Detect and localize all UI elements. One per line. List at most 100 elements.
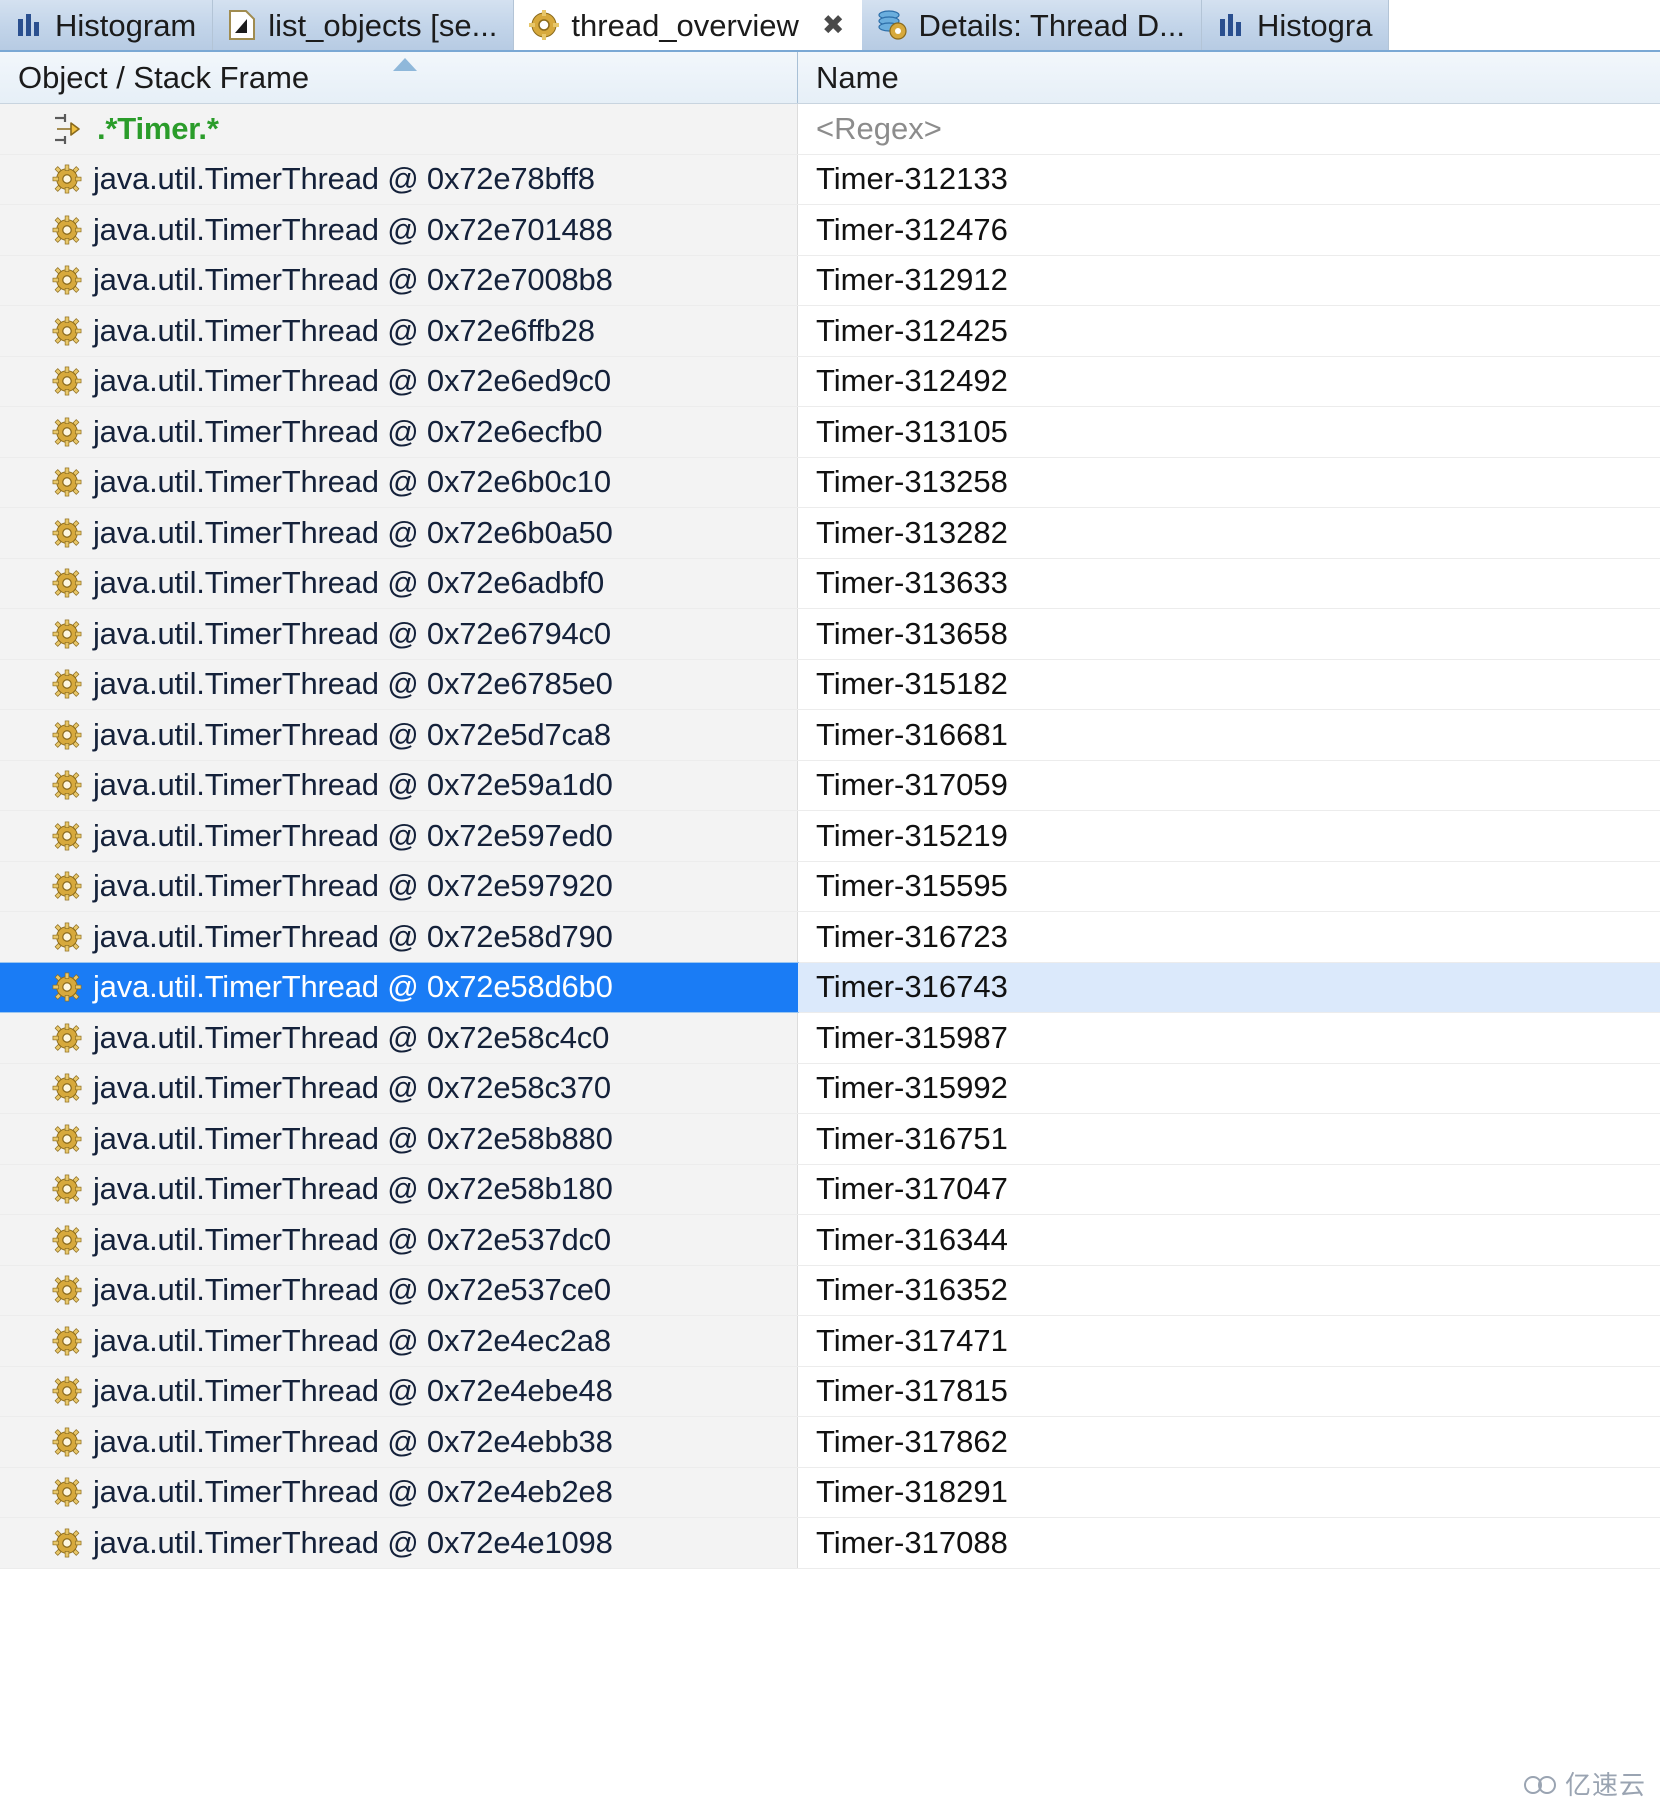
table-row[interactable]: java.util.TimerThread @ 0x72e537dc0 Timer… [0, 1215, 1660, 1266]
cell-name[interactable]: Timer-318291 [798, 1467, 1660, 1517]
cell-object[interactable]: java.util.TimerThread @ 0x72e6b0c10 [0, 457, 798, 507]
cell-object[interactable]: java.util.TimerThread @ 0x72e58b880 [0, 1114, 798, 1164]
cell-object[interactable]: java.util.TimerThread @ 0x72e4eb2e8 [0, 1467, 798, 1517]
cell-object[interactable]: java.util.TimerThread @ 0x72e537ce0 [0, 1265, 798, 1315]
table-row[interactable]: java.util.TimerThread @ 0x72e6ed9c0 Timer… [0, 356, 1660, 407]
table-row[interactable]: java.util.TimerThread @ 0x72e4ec2a8 Timer… [0, 1316, 1660, 1367]
table-row[interactable]: java.util.TimerThread @ 0x72e58c370 Timer… [0, 1063, 1660, 1114]
cell-name[interactable]: Timer-313282 [798, 508, 1660, 558]
table-row[interactable]: java.util.TimerThread @ 0x72e6b0a50 Timer… [0, 508, 1660, 559]
filter-cell-name[interactable]: <Regex> [798, 104, 1660, 154]
close-icon[interactable]: ✖ [822, 10, 845, 41]
cell-name[interactable]: Timer-312492 [798, 356, 1660, 406]
cell-object[interactable]: java.util.TimerThread @ 0x72e4ec2a8 [0, 1316, 798, 1366]
filter-cell-object[interactable]: .*Timer.* [0, 104, 798, 154]
table-row[interactable]: java.util.TimerThread @ 0x72e58d6b0 Timer… [0, 961, 1660, 1013]
cell-name[interactable]: Timer-312912 [798, 255, 1660, 305]
cell-name[interactable]: Timer-313258 [798, 457, 1660, 507]
cell-name[interactable]: Timer-313105 [798, 407, 1660, 457]
cell-object[interactable]: java.util.TimerThread @ 0x72e58c370 [0, 1063, 798, 1113]
tab-thread-overview[interactable]: thread_overview ✖ [514, 0, 862, 50]
table-row[interactable]: java.util.TimerThread @ 0x72e58b180 Timer… [0, 1164, 1660, 1215]
table-row[interactable]: java.util.TimerThread @ 0x72e6ffb28 Timer… [0, 306, 1660, 357]
cell-object[interactable]: java.util.TimerThread @ 0x72e78bff8 [0, 154, 798, 204]
cell-object[interactable]: java.util.TimerThread @ 0x72e6ed9c0 [0, 356, 798, 406]
cell-name[interactable]: Timer-317815 [798, 1366, 1660, 1416]
cell-object[interactable]: java.util.TimerThread @ 0x72e537dc0 [0, 1215, 798, 1265]
table-row[interactable]: java.util.TimerThread @ 0x72e4e1098 Timer… [0, 1518, 1660, 1569]
table-row[interactable]: java.util.TimerThread @ 0x72e58b880 Timer… [0, 1114, 1660, 1165]
cell-name[interactable]: Timer-317059 [798, 760, 1660, 810]
cell-name[interactable]: Timer-315219 [798, 811, 1660, 861]
cell-object[interactable]: java.util.TimerThread @ 0x72e6ffb28 [0, 306, 798, 356]
column-header-object[interactable]: Object / Stack Frame [0, 52, 798, 103]
object-label: java.util.TimerThread @ 0x72e537dc0 [93, 1221, 611, 1257]
cell-object[interactable]: java.util.TimerThread @ 0x72e6ecfb0 [0, 407, 798, 457]
cell-name[interactable]: Timer-317471 [798, 1316, 1660, 1366]
cell-object[interactable]: java.util.TimerThread @ 0x72e6794c0 [0, 609, 798, 659]
cell-object[interactable]: java.util.TimerThread @ 0x72e58b180 [0, 1164, 798, 1214]
cell-name[interactable]: Timer-316344 [798, 1215, 1660, 1265]
thread-name-label: Timer-312425 [816, 312, 1008, 348]
object-label: java.util.TimerThread @ 0x72e4eb2e8 [93, 1474, 613, 1510]
cell-object[interactable]: java.util.TimerThread @ 0x72e5d7ca8 [0, 710, 798, 760]
cell-name[interactable]: Timer-317862 [798, 1417, 1660, 1467]
table-row[interactable]: java.util.TimerThread @ 0x72e4ebe48 Timer… [0, 1366, 1660, 1417]
table-row[interactable]: java.util.TimerThread @ 0x72e58c4c0 Timer… [0, 1013, 1660, 1064]
cell-name[interactable]: Timer-317047 [798, 1164, 1660, 1214]
table-row[interactable]: java.util.TimerThread @ 0x72e6b0c10 Timer… [0, 457, 1660, 508]
table-row[interactable]: java.util.TimerThread @ 0x72e5d7ca8 Timer… [0, 710, 1660, 761]
cell-object[interactable]: java.util.TimerThread @ 0x72e597ed0 [0, 811, 798, 861]
cell-object[interactable]: java.util.TimerThread @ 0x72e6785e0 [0, 659, 798, 709]
table-row[interactable]: java.util.TimerThread @ 0x72e6785e0 Timer… [0, 659, 1660, 710]
cell-name[interactable]: Timer-315992 [798, 1063, 1660, 1113]
cell-name[interactable]: Timer-315987 [798, 1013, 1660, 1063]
cell-object[interactable]: java.util.TimerThread @ 0x72e701488 [0, 205, 798, 255]
column-header-name[interactable]: Name [798, 52, 1660, 103]
cell-object[interactable]: java.util.TimerThread @ 0x72e4ebe48 [0, 1366, 798, 1416]
cell-object[interactable]: java.util.TimerThread @ 0x72e59a1d0 [0, 760, 798, 810]
tab-list-objects[interactable]: list_objects [se... [213, 0, 515, 50]
cell-name[interactable]: Timer-316681 [798, 710, 1660, 760]
cell-object[interactable]: java.util.TimerThread @ 0x72e58d790 [0, 912, 798, 962]
table-row[interactable]: java.util.TimerThread @ 0x72e597ed0 Timer… [0, 811, 1660, 862]
cell-name[interactable]: Timer-312476 [798, 205, 1660, 255]
cell-name[interactable]: Timer-315182 [798, 659, 1660, 709]
table-row[interactable]: java.util.TimerThread @ 0x72e6adbf0 Timer… [0, 558, 1660, 609]
table-row[interactable]: java.util.TimerThread @ 0x72e7008b8 Timer… [0, 255, 1660, 306]
cell-name[interactable]: Timer-313633 [798, 558, 1660, 608]
cell-object[interactable]: java.util.TimerThread @ 0x72e597920 [0, 861, 798, 911]
tab-histogram-1[interactable]: Histogram [0, 0, 214, 50]
cell-name[interactable]: Timer-313658 [798, 609, 1660, 659]
cell-name[interactable]: Timer-315595 [798, 861, 1660, 911]
cell-name[interactable]: Timer-316723 [798, 912, 1660, 962]
table-row[interactable]: java.util.TimerThread @ 0x72e537ce0 Timer… [0, 1265, 1660, 1316]
object-label: java.util.TimerThread @ 0x72e597920 [93, 868, 613, 904]
table-row[interactable]: java.util.TimerThread @ 0x72e78bff8 Timer… [0, 154, 1660, 205]
cell-name[interactable]: Timer-316751 [798, 1114, 1660, 1164]
table-row[interactable]: java.util.TimerThread @ 0x72e597920 Timer… [0, 861, 1660, 912]
table-row[interactable]: java.util.TimerThread @ 0x72e4ebb38 Timer… [0, 1417, 1660, 1468]
cell-name[interactable]: Timer-316743 [798, 962, 1660, 1012]
tab-histogram-2[interactable]: Histogra [1202, 0, 1390, 50]
table-row[interactable]: java.util.TimerThread @ 0x72e59a1d0 Timer… [0, 760, 1660, 811]
table-row[interactable]: java.util.TimerThread @ 0x72e6794c0 Timer… [0, 609, 1660, 660]
table-row[interactable]: java.util.TimerThread @ 0x72e4eb2e8 Timer… [0, 1467, 1660, 1518]
cell-object[interactable]: java.util.TimerThread @ 0x72e58c4c0 [0, 1013, 798, 1063]
cell-object[interactable]: java.util.TimerThread @ 0x72e4e1098 [0, 1518, 798, 1568]
tab-details-thread-d[interactable]: Details: Thread D... [861, 0, 1202, 50]
cell-name[interactable]: Timer-312133 [798, 154, 1660, 204]
thread-gear-icon [52, 1275, 82, 1305]
cell-object[interactable]: java.util.TimerThread @ 0x72e4ebb38 [0, 1417, 798, 1467]
cell-object[interactable]: java.util.TimerThread @ 0x72e7008b8 [0, 255, 798, 305]
cell-name[interactable]: Timer-317088 [798, 1518, 1660, 1568]
table-row[interactable]: java.util.TimerThread @ 0x72e58d790 Timer… [0, 912, 1660, 963]
cell-object[interactable]: java.util.TimerThread @ 0x72e58d6b0 [0, 961, 799, 1013]
cell-object[interactable]: java.util.TimerThread @ 0x72e6adbf0 [0, 558, 798, 608]
table-row[interactable]: java.util.TimerThread @ 0x72e6ecfb0 Timer… [0, 407, 1660, 458]
cell-object[interactable]: java.util.TimerThread @ 0x72e6b0a50 [0, 508, 798, 558]
table-row[interactable]: java.util.TimerThread @ 0x72e701488 Timer… [0, 205, 1660, 256]
filter-row[interactable]: .*Timer.* <Regex> [0, 104, 1660, 155]
cell-name[interactable]: Timer-312425 [798, 306, 1660, 356]
cell-name[interactable]: Timer-316352 [798, 1265, 1660, 1315]
